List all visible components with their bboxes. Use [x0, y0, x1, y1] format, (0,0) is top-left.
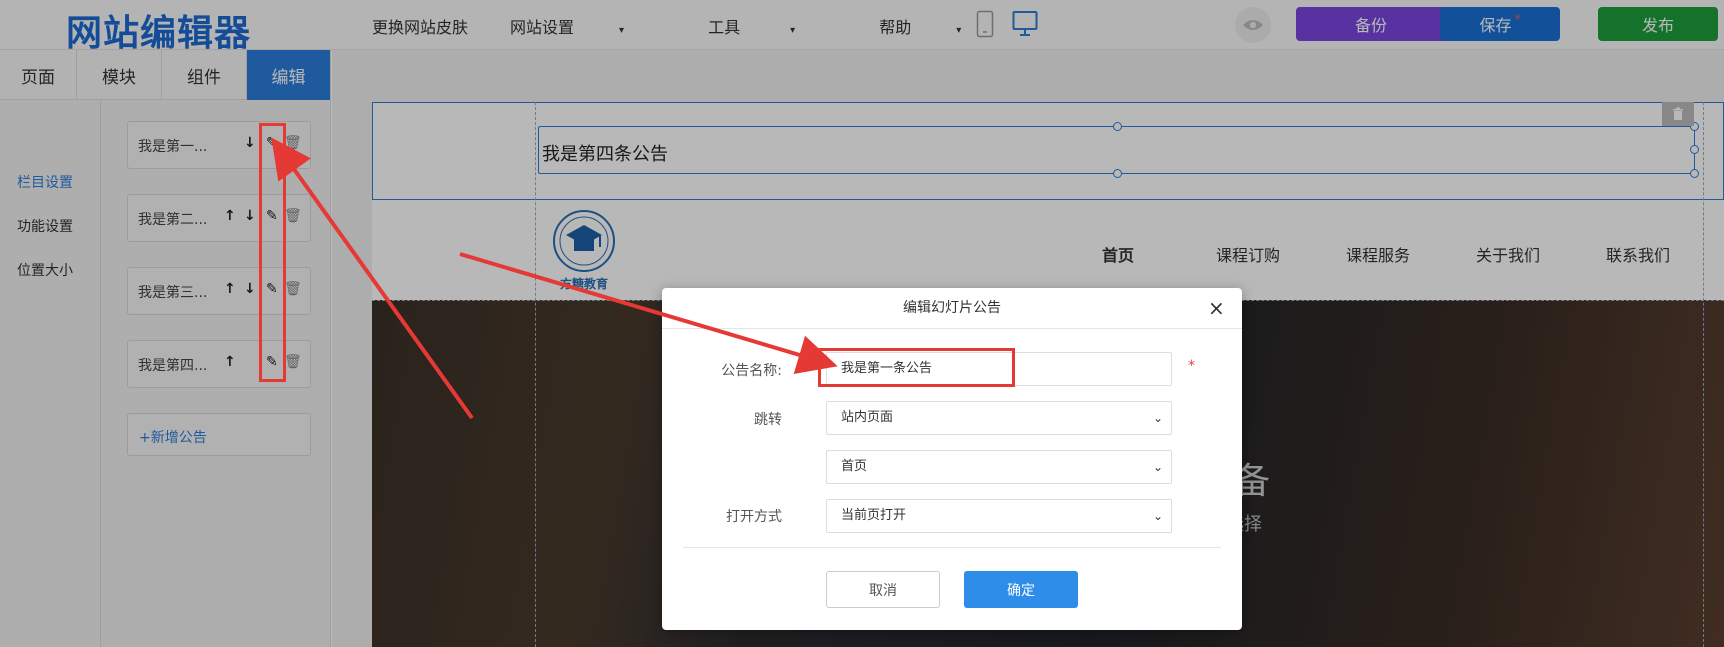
annotation-arrows	[271, 137, 838, 420]
